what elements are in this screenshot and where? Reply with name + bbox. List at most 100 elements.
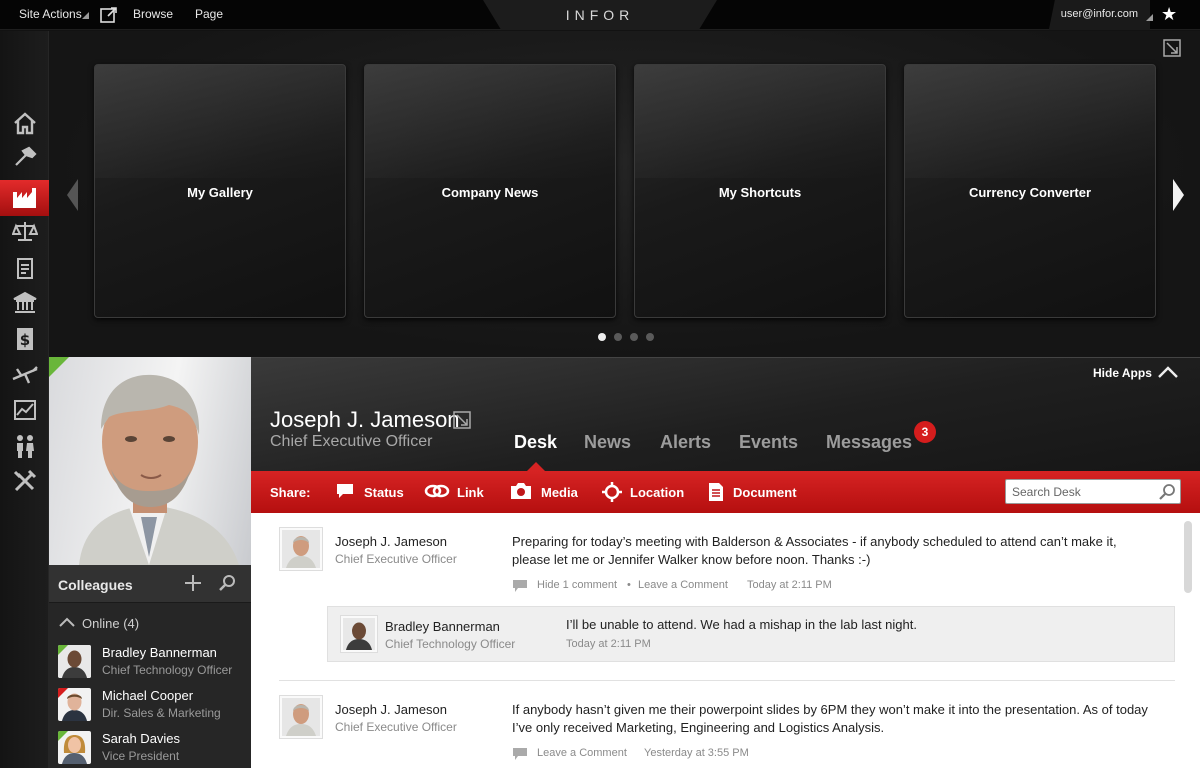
bank-icon[interactable] <box>9 291 41 321</box>
post-author-name[interactable]: Joseph J. Jameson <box>335 702 447 717</box>
logo-text: INFOR <box>565 7 635 23</box>
favorite-star-icon[interactable]: ★ <box>1161 4 1177 25</box>
expand-panel-icon[interactable] <box>1163 39 1181 62</box>
reply-timestamp: Today at 2:11 PM <box>566 638 651 650</box>
chart-icon[interactable] <box>9 398 41 428</box>
hammer-icon[interactable] <box>9 145 41 175</box>
messages-count-badge: 3 <box>914 421 936 443</box>
page-link[interactable]: Page <box>195 7 223 21</box>
link-icon <box>424 482 450 505</box>
search-desk-input[interactable] <box>1006 480 1156 503</box>
post-author-role: Chief Executive Officer <box>335 552 457 566</box>
app-tile-company-news[interactable]: Company News <box>364 64 616 318</box>
home-icon[interactable] <box>9 111 41 141</box>
browse-link[interactable]: Browse <box>133 7 173 21</box>
edit-profile-icon[interactable] <box>453 411 471 434</box>
post-author-avatar <box>279 695 323 739</box>
tools-icon[interactable] <box>9 469 41 499</box>
post-timestamp: Today at 2:11 PM <box>747 579 832 591</box>
post-author-avatar <box>279 527 323 571</box>
post-divider <box>279 680 1175 681</box>
page-dot-1[interactable] <box>598 333 606 341</box>
colleague-item[interactable]: Bradley Bannerman Chief Technology Offic… <box>49 641 251 683</box>
meta-separator: • <box>627 579 631 591</box>
site-actions-menu[interactable]: Site Actions <box>19 7 82 21</box>
feed-scrollbar[interactable] <box>1184 521 1192 593</box>
colleague-name: Michael Cooper <box>102 688 194 703</box>
leave-comment-link[interactable]: Leave a Comment <box>638 579 728 591</box>
tab-alerts[interactable]: Alerts <box>660 432 711 453</box>
share-document-button[interactable]: Document <box>733 485 797 500</box>
camera-icon <box>509 482 533 505</box>
tab-messages[interactable]: Messages <box>826 432 912 453</box>
post-author-name[interactable]: Joseph J. Jameson <box>335 534 447 549</box>
dropdown-corner-icon <box>82 12 89 19</box>
search-icon[interactable] <box>1158 483 1176 506</box>
share-location-button[interactable]: Location <box>630 485 684 500</box>
post-author-role: Chief Executive Officer <box>335 720 457 734</box>
app-tile-gallery[interactable]: My Gallery <box>94 64 346 318</box>
tab-desk[interactable]: Desk <box>514 432 557 453</box>
reply-author-avatar <box>340 615 378 653</box>
app-tile-shortcuts[interactable]: My Shortcuts <box>634 64 886 318</box>
profile-title: Chief Executive Officer <box>270 433 433 450</box>
hide-comments-link[interactable]: Hide 1 comment <box>537 579 617 591</box>
avatar <box>58 731 91 764</box>
page-dot-3[interactable] <box>630 333 638 341</box>
prev-arrow-icon[interactable] <box>67 179 78 211</box>
page-dot-4[interactable] <box>646 333 654 341</box>
comment-reply: Bradley Bannerman Chief Technology Offic… <box>327 606 1175 662</box>
dollar-icon[interactable]: $ <box>9 327 41 357</box>
colleagues-title: Colleagues <box>58 577 133 593</box>
leave-comment-link[interactable]: Leave a Comment <box>537 747 627 759</box>
plane-icon[interactable] <box>9 363 41 393</box>
user-dropdown-icon <box>1146 14 1153 21</box>
user-menu[interactable]: user@infor.com <box>1048 0 1150 30</box>
apps-panel: My Gallery Company News My Shortcuts Cur… <box>49 31 1200 357</box>
profile-header: Hide Apps Joseph J. Jameson Chief Execut… <box>251 357 1200 472</box>
search-colleagues-icon[interactable] <box>218 574 236 597</box>
clipboard-icon[interactable] <box>9 256 41 286</box>
reply-text: I’ll be unable to attend. We had a misha… <box>566 617 917 632</box>
profile-name: Joseph J. Jameson <box>270 407 460 432</box>
reply-author-role: Chief Technology Officer <box>385 637 516 651</box>
colleague-item[interactable]: Michael Cooper Dir. Sales & Marketing <box>49 684 251 726</box>
share-media-button[interactable]: Media <box>541 485 578 500</box>
colleague-name: Bradley Bannerman <box>102 645 217 660</box>
colleague-name: Sarah Davies <box>102 731 181 746</box>
share-bar: Share: Status Link Media Location Docume… <box>251 471 1200 513</box>
colleagues-panel: Colleagues Online (4) Bradley Bannerman … <box>49 565 251 768</box>
tab-events[interactable]: Events <box>739 432 798 453</box>
post-text: If anybody hasn’t given me their powerpo… <box>512 702 1148 735</box>
colleague-role: Vice President <box>102 749 180 763</box>
share-link-button[interactable]: Link <box>457 485 484 500</box>
app-tile-label: Company News <box>441 185 539 200</box>
share-status-button[interactable]: Status <box>364 485 404 500</box>
people-icon[interactable] <box>9 433 41 463</box>
app-tile-currency-converter[interactable]: Currency Converter <box>904 64 1156 318</box>
infor-logo: INFOR <box>483 0 717 30</box>
photo-corner-flag <box>49 357 69 377</box>
app-tile-label: My Shortcuts <box>718 185 802 200</box>
online-group-toggle[interactable]: Online (4) <box>49 611 251 635</box>
search-desk-box <box>1005 479 1181 504</box>
add-colleague-icon[interactable] <box>184 574 202 597</box>
colleague-item[interactable]: Sarah Davies Vice President <box>49 727 251 768</box>
tab-news[interactable]: News <box>584 432 631 453</box>
next-arrow-icon[interactable] <box>1173 179 1184 211</box>
factory-icon[interactable] <box>0 180 49 216</box>
comment-icon <box>512 579 528 598</box>
profile-photo <box>49 357 251 565</box>
scales-icon[interactable] <box>9 219 41 249</box>
online-count-label: Online (4) <box>82 616 140 631</box>
comment-icon <box>512 747 528 766</box>
avatar <box>58 688 91 721</box>
hide-apps-link[interactable]: Hide Apps <box>1093 366 1152 380</box>
user-email: user@infor.com <box>1060 8 1138 20</box>
reply-author-name[interactable]: Bradley Bannerman <box>385 619 500 634</box>
collapse-chevron-icon <box>58 615 76 633</box>
location-target-icon <box>601 482 623 507</box>
edit-page-icon[interactable] <box>100 6 118 23</box>
page-dot-2[interactable] <box>614 333 622 341</box>
hide-apps-chevron-icon[interactable] <box>1157 365 1179 384</box>
